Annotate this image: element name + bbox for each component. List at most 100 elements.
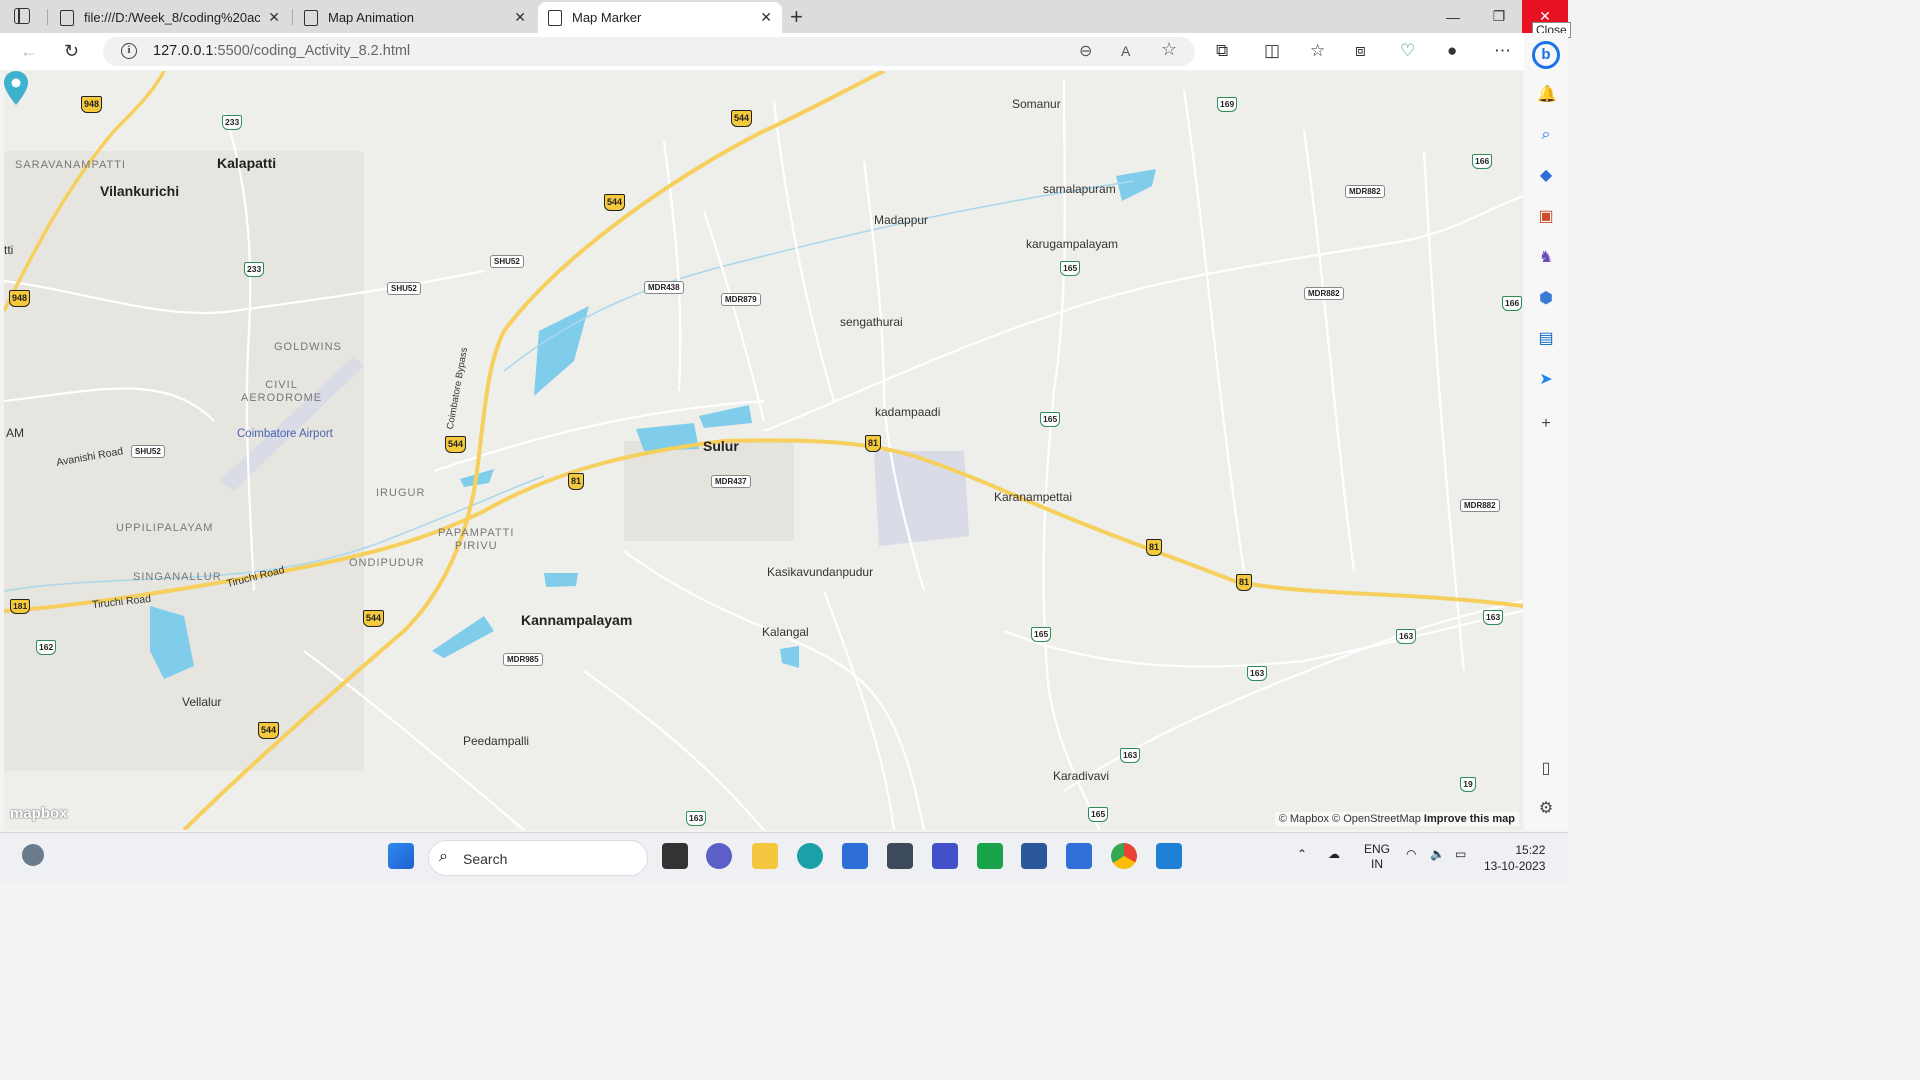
road-shield: MDR437 bbox=[711, 475, 751, 488]
games-icon[interactable]: ♞ bbox=[1537, 249, 1555, 267]
tab-actions-icon[interactable] bbox=[14, 8, 30, 24]
lake bbox=[1116, 169, 1156, 201]
airport-area bbox=[874, 451, 969, 546]
minimize-button[interactable]: — bbox=[1430, 0, 1476, 33]
road-shield: SHU52 bbox=[490, 255, 524, 268]
place-label: karugampalayam bbox=[1026, 237, 1119, 251]
address-bar[interactable]: i 127.0.0.1:5500/coding_Activity_8.2.htm… bbox=[103, 37, 1195, 66]
new-tab-button[interactable]: + bbox=[790, 4, 803, 30]
map-marker-icon[interactable] bbox=[4, 71, 28, 107]
state-highway-shield: 233 bbox=[222, 115, 243, 130]
more-menu-icon[interactable]: ⋯ bbox=[1494, 41, 1511, 61]
highway-shield: 544 bbox=[731, 110, 753, 127]
place-label: SINGANALLUR bbox=[133, 571, 222, 583]
search-icon[interactable]: ⌕ bbox=[1537, 126, 1555, 144]
url-text[interactable]: 127.0.0.1:5500/coding_Activity_8.2.html bbox=[153, 43, 410, 59]
send-icon[interactable]: ➤ bbox=[1537, 371, 1555, 389]
xbox-icon[interactable] bbox=[977, 843, 1003, 869]
browser-essentials-icon[interactable]: ♡ bbox=[1400, 41, 1415, 61]
state-highway-shield: 162 bbox=[36, 640, 57, 655]
lang-top: ENG bbox=[1364, 842, 1391, 856]
add-icon[interactable]: + bbox=[1537, 415, 1555, 433]
outlook-icon[interactable]: ▤ bbox=[1537, 330, 1555, 348]
vscode-icon[interactable] bbox=[1156, 843, 1182, 869]
close-icon[interactable]: ✕ bbox=[514, 9, 526, 26]
back-button[interactable]: ← bbox=[20, 41, 38, 62]
edge-icon[interactable] bbox=[797, 843, 823, 869]
file-explorer-icon[interactable] bbox=[752, 843, 778, 869]
browser-toolbar: ← ↻ i 127.0.0.1:5500/coding_Activity_8.2… bbox=[0, 33, 1568, 70]
close-icon[interactable]: ✕ bbox=[760, 9, 772, 26]
place-label: GOLDWINS bbox=[274, 341, 342, 353]
language-indicator[interactable]: ENG IN bbox=[1364, 842, 1390, 872]
road-shield: MDR882 bbox=[1345, 185, 1385, 198]
map-canvas[interactable]: Somanur Kalapatti SARAVANAMPATTI Vilanku… bbox=[4, 71, 1523, 830]
close-icon[interactable]: ✕ bbox=[268, 9, 280, 26]
volume-icon[interactable]: 🔈 bbox=[1430, 847, 1445, 861]
tab-map-animation[interactable]: Map Animation ✕ bbox=[294, 2, 536, 33]
tools-icon[interactable]: ▣ bbox=[1537, 208, 1555, 226]
sidebar-toggle-icon[interactable]: ▯ bbox=[1537, 760, 1555, 778]
notepad-icon[interactable] bbox=[1066, 843, 1092, 869]
taskbar-search[interactable]: ⌕ Search bbox=[428, 840, 648, 876]
lang-bottom: IN bbox=[1371, 857, 1383, 871]
airport-label[interactable]: Coimbatore Airport bbox=[237, 428, 333, 440]
extensions-icon[interactable]: ⧉ bbox=[1216, 41, 1228, 61]
state-highway-shield: 163 bbox=[1483, 610, 1504, 625]
state-highway-shield: 165 bbox=[1060, 261, 1081, 276]
app-icon[interactable] bbox=[932, 843, 958, 869]
profile-icon[interactable]: ● bbox=[1447, 41, 1457, 61]
place-label: PAPAMPATTI PIRIVU bbox=[438, 527, 515, 552]
weather-icon[interactable] bbox=[22, 844, 44, 866]
mapbox-logo[interactable]: mapbox bbox=[10, 805, 68, 822]
clock-time: 15:22 bbox=[1515, 843, 1546, 857]
lake bbox=[432, 616, 494, 658]
refresh-button[interactable]: ↻ bbox=[64, 41, 79, 62]
onedrive-icon[interactable]: ☁ bbox=[1328, 847, 1340, 861]
app-icon[interactable] bbox=[887, 843, 913, 869]
info-icon[interactable]: i bbox=[121, 43, 137, 59]
lake bbox=[780, 646, 799, 668]
highway-shield: 544 bbox=[604, 194, 626, 211]
place-label: SARAVANAMPATTI bbox=[15, 159, 126, 171]
road-shield: SHU52 bbox=[387, 282, 421, 295]
wifi-icon[interactable]: ◠ bbox=[1406, 847, 1416, 861]
task-view-icon[interactable] bbox=[662, 843, 688, 869]
highway-shield: 81 bbox=[865, 435, 882, 452]
place-label: Kalangal bbox=[762, 625, 809, 639]
favorite-star-icon[interactable]: ☆ bbox=[1161, 39, 1177, 60]
chevron-up-icon[interactable]: ⌃ bbox=[1297, 847, 1307, 861]
tab-file[interactable]: file:///D:/Week_8/coding%20acti ✕ bbox=[50, 2, 290, 33]
notifications-icon[interactable]: 🔔 bbox=[1537, 86, 1557, 104]
copilot-icon[interactable]: b bbox=[1532, 41, 1560, 69]
read-aloud-icon[interactable]: A bbox=[1121, 43, 1130, 59]
chat-icon[interactable] bbox=[706, 843, 732, 869]
search-label: Search bbox=[463, 851, 508, 867]
store-icon[interactable] bbox=[842, 843, 868, 869]
state-highway-shield: 166 bbox=[1472, 154, 1493, 169]
highway-shield: 948 bbox=[9, 290, 31, 307]
improve-map-link[interactable]: Improve this map bbox=[1424, 813, 1515, 825]
state-highway-shield: 163 bbox=[1247, 666, 1268, 681]
favorites-icon[interactable]: ☆ bbox=[1310, 41, 1325, 61]
attribution-text[interactable]: © Mapbox © OpenStreetMap bbox=[1279, 813, 1421, 825]
tab-map-marker[interactable]: Map Marker ✕ bbox=[538, 2, 782, 33]
split-screen-icon[interactable]: ◫ bbox=[1264, 41, 1280, 61]
battery-icon[interactable]: ▭ bbox=[1455, 847, 1466, 861]
lake bbox=[699, 405, 752, 428]
chrome-icon[interactable] bbox=[1111, 843, 1137, 869]
start-icon[interactable] bbox=[388, 843, 414, 869]
zoom-out-icon[interactable]: ⊖ bbox=[1079, 41, 1092, 61]
search-icon: ⌕ bbox=[439, 848, 448, 865]
restore-button[interactable]: ❐ bbox=[1476, 0, 1522, 33]
road-shield: MDR882 bbox=[1460, 499, 1500, 512]
collections-icon[interactable]: ⧈ bbox=[1355, 41, 1366, 61]
road-shield: MDR882 bbox=[1304, 287, 1344, 300]
word-icon[interactable] bbox=[1021, 843, 1047, 869]
state-highway-shield: 165 bbox=[1031, 627, 1052, 642]
place-label: tti bbox=[4, 243, 14, 257]
settings-gear-icon[interactable]: ⚙ bbox=[1537, 800, 1555, 818]
office-icon[interactable]: ⬢ bbox=[1537, 290, 1555, 308]
clock[interactable]: 15:22 13-10-2023 bbox=[1484, 842, 1545, 874]
tag-icon[interactable]: ◆ bbox=[1537, 167, 1555, 185]
